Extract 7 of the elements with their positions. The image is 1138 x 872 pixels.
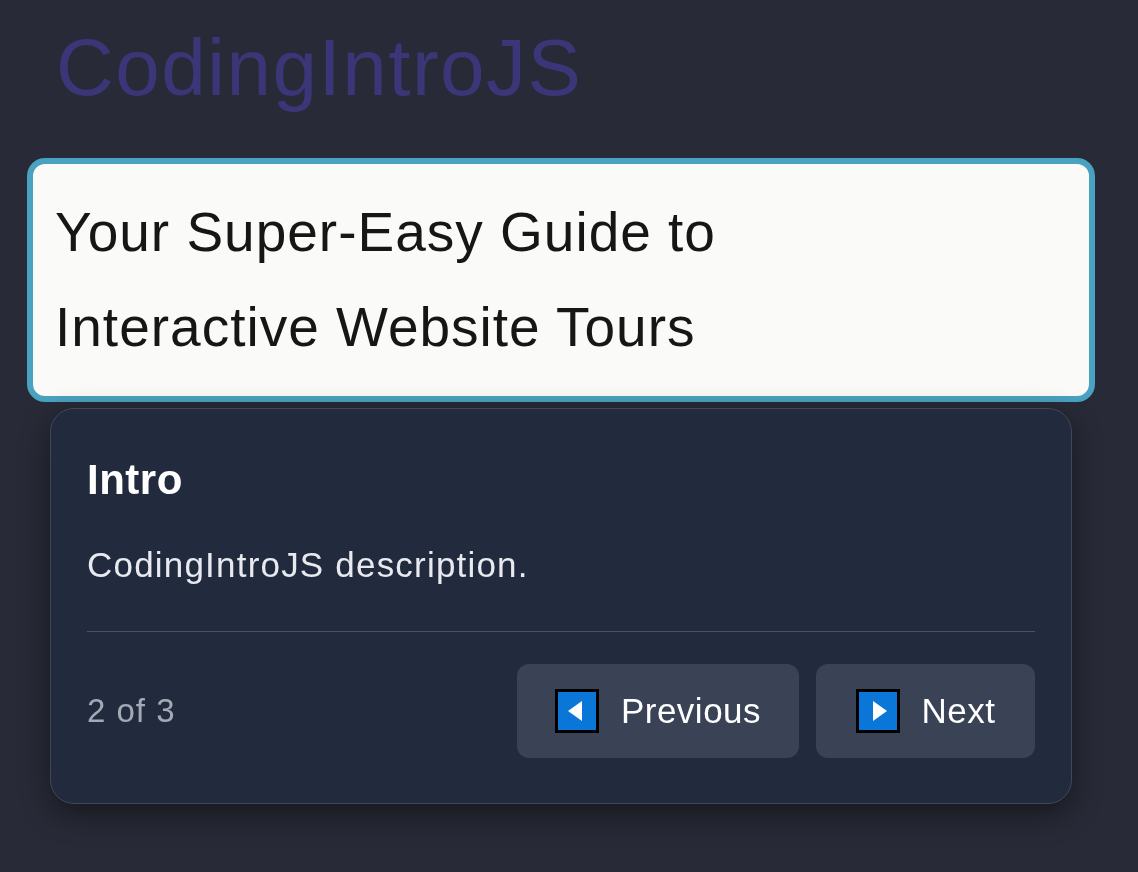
previous-button[interactable]: Previous <box>517 664 799 758</box>
step-counter: 2 of 3 <box>87 691 176 731</box>
popover-description: CodingIntroJS description. <box>87 544 529 586</box>
headline: Your Super-Easy Guide to Interactive Website Tours <box>55 200 717 360</box>
popover-title: Intro <box>87 455 183 505</box>
next-button[interactable]: Next <box>816 664 1035 758</box>
page-title: CodingIntroJS <box>56 22 583 114</box>
